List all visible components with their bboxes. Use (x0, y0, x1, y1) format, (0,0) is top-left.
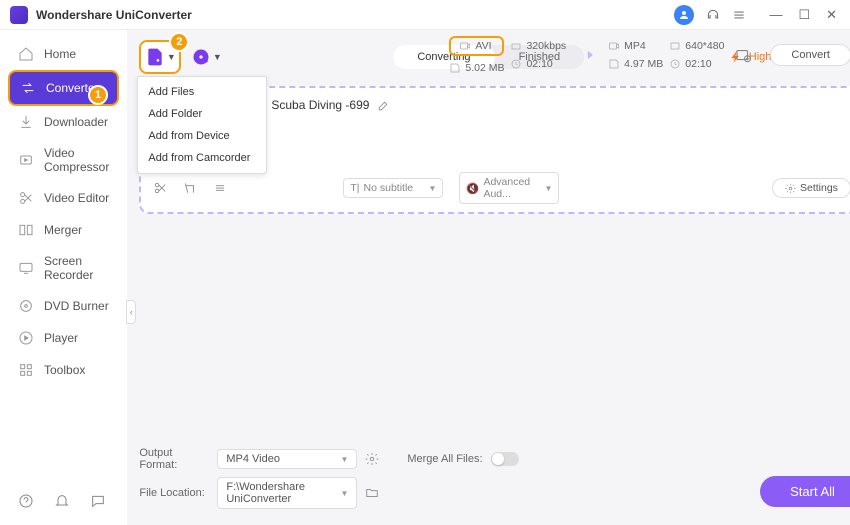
sidebar-item-label: Home (44, 47, 76, 61)
sidebar-item-label: Merger (44, 223, 82, 237)
sidebar-item-label: Toolbox (44, 363, 85, 377)
bottom-bar: Output Format: MP4 Video▼ Merge All File… (139, 441, 850, 517)
convert-button[interactable]: Convert (770, 44, 850, 66)
file-title: Scuba Diving -699 (271, 98, 369, 112)
format-settings-icon[interactable] (365, 452, 379, 466)
step-badge-2: 2 (169, 32, 189, 52)
sidebar-item-label: DVD Burner (44, 299, 109, 313)
target-format: MP4 (608, 40, 663, 52)
menu-add-folder[interactable]: Add Folder (138, 103, 266, 125)
merge-toggle[interactable] (491, 452, 519, 466)
close-button[interactable]: ✕ (823, 7, 840, 23)
start-all-button[interactable]: Start All (760, 476, 850, 507)
file-location-select[interactable]: F:\Wondershare UniConverter▼ (217, 477, 357, 509)
maximize-button[interactable]: ☐ (795, 7, 813, 23)
sidebar-item-downloader[interactable]: Downloader (8, 106, 119, 138)
sidebar-item-player[interactable]: Player (8, 322, 119, 354)
sidebar-item-recorder[interactable]: Screen Recorder (8, 246, 119, 290)
source-duration: 02:10 (510, 58, 566, 70)
sidebar-item-label: Player (44, 331, 78, 345)
sidebar-item-editor[interactable]: Video Editor (8, 182, 119, 214)
merge-label: Merge All Files: (407, 453, 482, 465)
sidebar-item-dvd[interactable]: DVD Burner (8, 290, 119, 322)
add-dvd-button[interactable]: ▼ (189, 40, 223, 74)
effects-icon[interactable] (213, 181, 227, 195)
sidebar: 1 Home Converter Downloader Video Compre… (0, 30, 127, 525)
sidebar-item-compressor[interactable]: Video Compressor (8, 138, 119, 182)
target-resolution: 640*480 (669, 40, 724, 52)
sidebar-item-merger[interactable]: Merger (8, 214, 119, 246)
chevron-down-icon: ▼ (167, 52, 176, 62)
target-size: 4.97 MB (608, 58, 663, 70)
chevron-down-icon: ▼ (213, 52, 222, 62)
sidebar-item-label: Downloader (44, 115, 108, 129)
minimize-button[interactable]: — (766, 7, 785, 23)
sidebar-item-home[interactable]: Home (8, 38, 119, 70)
sidebar-item-label: Video Editor (44, 191, 109, 205)
edit-icon[interactable] (377, 99, 390, 112)
output-settings-icon[interactable] (734, 46, 752, 64)
content-area: ‹ 2 ▼ ▼ Converting Finished High Speed C… (127, 30, 850, 525)
output-format-label: Output Format: (139, 447, 209, 471)
chat-icon[interactable] (90, 493, 106, 509)
sidebar-item-label: Video Compressor (44, 146, 109, 174)
headset-icon[interactable] (706, 8, 720, 22)
app-logo (10, 6, 28, 24)
source-format: AVI (449, 36, 504, 56)
disc-icon (191, 47, 211, 67)
output-format-select[interactable]: MP4 Video▼ (217, 449, 357, 469)
collapse-sidebar-button[interactable]: ‹ (126, 300, 136, 324)
bell-icon[interactable] (54, 493, 70, 509)
app-title: Wondershare UniConverter (36, 8, 192, 22)
add-files-button[interactable]: 2 ▼ (139, 40, 181, 74)
trim-icon[interactable] (153, 181, 167, 195)
menu-add-files[interactable]: Add Files (138, 81, 266, 103)
sidebar-item-label: Screen Recorder (44, 254, 109, 282)
file-location-label: File Location: (139, 487, 209, 499)
source-size: 5.02 MB (449, 62, 504, 74)
help-icon[interactable] (18, 493, 34, 509)
target-duration: 02:10 (669, 58, 724, 70)
source-bitrate: 320kbps (510, 40, 566, 52)
menu-add-device[interactable]: Add from Device (138, 125, 266, 147)
file-settings-button[interactable]: Settings (772, 178, 850, 198)
titlebar: Wondershare UniConverter — ☐ ✕ (0, 0, 850, 30)
crop-icon[interactable] (183, 181, 197, 195)
hamburger-icon[interactable] (732, 8, 746, 22)
arrow-right-icon (577, 45, 597, 65)
add-file-icon (145, 47, 165, 67)
step-badge-1: 1 (88, 85, 108, 105)
add-files-dropdown: Add Files Add Folder Add from Device Add… (137, 76, 267, 174)
avatar[interactable] (674, 5, 694, 25)
sidebar-item-toolbox[interactable]: Toolbox (8, 354, 119, 386)
open-folder-icon[interactable] (365, 486, 379, 500)
audio-select[interactable]: 🔇Advanced Aud...▼ (459, 172, 559, 204)
menu-add-camcorder[interactable]: Add from Camcorder (138, 147, 266, 169)
subtitle-select[interactable]: T|No subtitle▼ (343, 178, 443, 198)
